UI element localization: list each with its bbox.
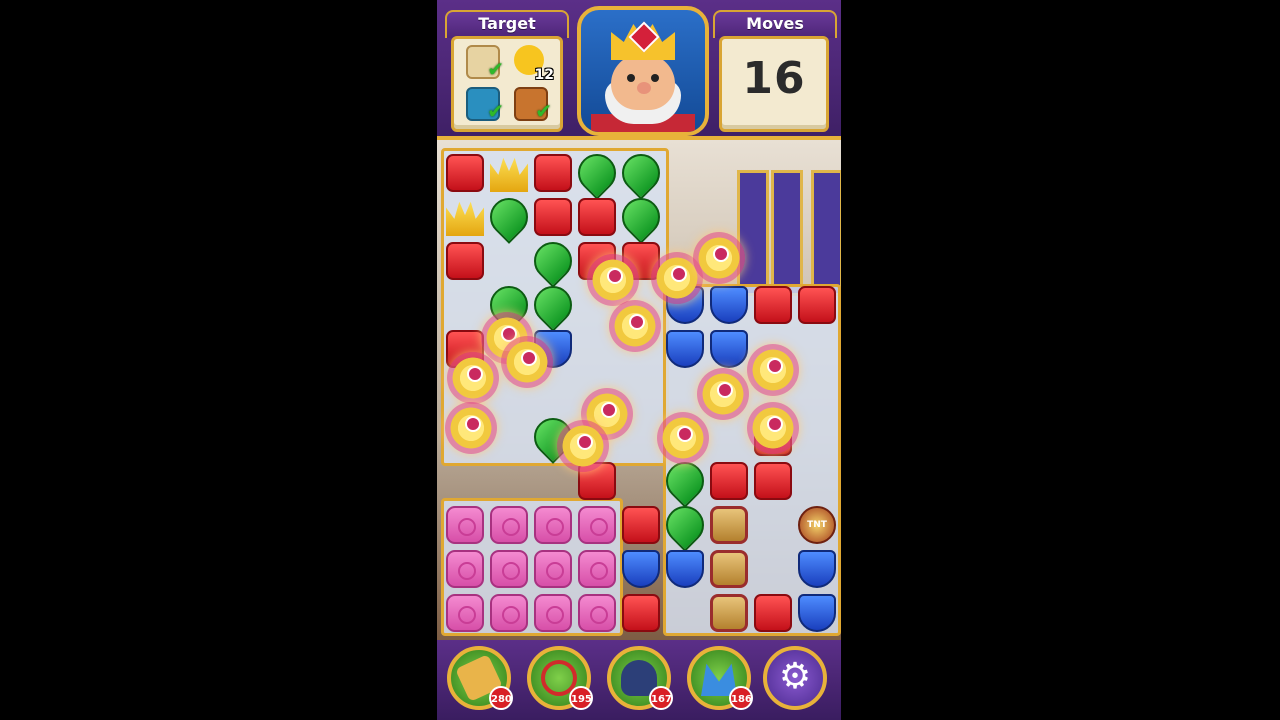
blue-shield-gem[interactable] [622, 550, 660, 588]
flower-blast-effect [445, 402, 497, 454]
red-gem[interactable] [710, 462, 748, 500]
red-gem[interactable] [754, 594, 792, 632]
red-gem[interactable] [798, 286, 836, 324]
present-box-blocker[interactable] [710, 506, 748, 544]
flower-blast-effect [447, 352, 499, 404]
booster-count: 186 [729, 686, 753, 710]
red-gem[interactable] [622, 506, 660, 544]
king-avatar [577, 6, 709, 136]
flower-blast-effect [557, 420, 609, 472]
pink-jelly-tile[interactable] [490, 506, 528, 544]
booster-bar: 280 195 167 186 ⚙ [437, 640, 841, 720]
check-icon: ✔ [487, 99, 504, 123]
game-screen: Target ✔ 12 ✔ ✔ Moves 16 TNT 280 195 167… [437, 0, 841, 720]
flower-blast-effect [697, 368, 749, 420]
red-gem[interactable] [446, 154, 484, 192]
duck-goal: 12 [510, 43, 554, 83]
pink-jelly-tile[interactable] [446, 550, 484, 588]
castle-banner [811, 170, 841, 296]
scroll-goal: ✔ [462, 43, 504, 81]
flower-blast-effect [609, 300, 661, 352]
blue-shield-gem[interactable] [798, 550, 836, 588]
pink-jelly-tile[interactable] [534, 594, 572, 632]
booster-count: 167 [649, 686, 673, 710]
red-gem[interactable] [534, 198, 572, 236]
pink-jelly-tile[interactable] [534, 550, 572, 588]
arrow-booster-button[interactable]: 195 [527, 646, 593, 710]
present-box-blocker[interactable] [710, 594, 748, 632]
check-icon: ✔ [535, 99, 552, 123]
check-icon: ✔ [487, 57, 504, 81]
blue-shield-gem[interactable] [666, 330, 704, 368]
target-label: Target [445, 10, 569, 38]
moves-counter: 16 [742, 53, 806, 104]
booster-count: 280 [489, 686, 513, 710]
flower-blast-effect [587, 254, 639, 306]
jester-hat-booster-button[interactable]: 186 [687, 646, 753, 710]
king-nose [637, 82, 651, 94]
pink-jelly-tile[interactable] [446, 506, 484, 544]
pink-jelly-tile[interactable] [578, 506, 616, 544]
red-gem[interactable] [534, 154, 572, 192]
castle-banner [737, 170, 769, 296]
pink-jelly-tile[interactable] [490, 550, 528, 588]
red-gem[interactable] [446, 242, 484, 280]
flower-blast-effect [693, 232, 745, 284]
castle-banner [771, 170, 803, 296]
present-box-blocker[interactable] [710, 550, 748, 588]
box-goal: ✔ [510, 85, 552, 123]
booster-count: 195 [569, 686, 593, 710]
king-eye [651, 74, 659, 82]
pink-jelly-tile[interactable] [578, 594, 616, 632]
blue-shield-gem[interactable] [710, 286, 748, 324]
settings-button[interactable]: ⚙ [763, 646, 827, 710]
blue-shield-gem[interactable] [666, 550, 704, 588]
gear-icon: ⚙ [778, 656, 812, 697]
red-gem[interactable] [578, 198, 616, 236]
jar-goal: ✔ [462, 85, 504, 123]
blue-shield-gem[interactable] [710, 330, 748, 368]
tnt-bomb[interactable]: TNT [798, 506, 836, 544]
pink-jelly-tile[interactable] [534, 506, 572, 544]
pink-jelly-tile[interactable] [446, 594, 484, 632]
hammer-booster-button[interactable]: 280 [447, 646, 513, 710]
cannon-booster-button[interactable]: 167 [607, 646, 673, 710]
red-gem[interactable] [754, 462, 792, 500]
level-header: Target ✔ 12 ✔ ✔ Moves 16 [437, 0, 841, 140]
red-gem[interactable] [622, 594, 660, 632]
flower-blast-effect [747, 344, 799, 396]
moves-panel: 16 [719, 36, 829, 132]
pink-jelly-tile[interactable] [578, 550, 616, 588]
flower-blast-effect [657, 412, 709, 464]
flower-blast-effect [747, 402, 799, 454]
pink-jelly-tile[interactable] [490, 594, 528, 632]
moves-label: Moves [713, 10, 837, 38]
red-gem[interactable] [754, 286, 792, 324]
game-board: TNT [437, 140, 841, 640]
flower-blast-effect [501, 336, 553, 388]
target-goals-panel: ✔ 12 ✔ ✔ [451, 36, 563, 132]
duck-goal-count: 12 [534, 67, 554, 83]
king-eye [627, 74, 635, 82]
blue-shield-gem[interactable] [798, 594, 836, 632]
